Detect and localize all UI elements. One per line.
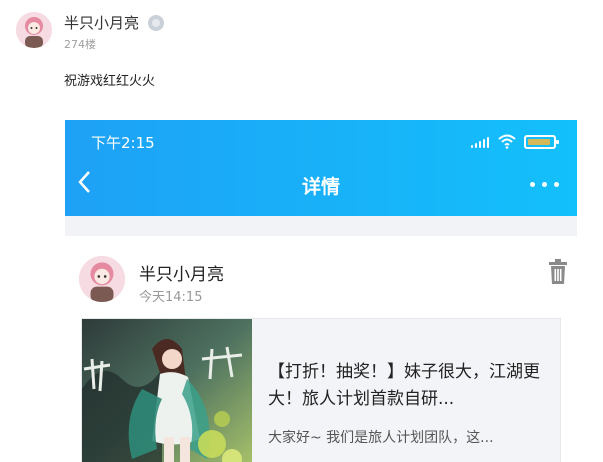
- battery-icon: [524, 135, 559, 149]
- card-username[interactable]: 半只小月亮: [139, 260, 224, 285]
- battery-level: [528, 139, 550, 145]
- verified-badge-icon: [148, 15, 164, 31]
- comment-text: 祝游戏红红火火: [64, 74, 156, 89]
- more-icon[interactable]: [530, 182, 560, 188]
- card-timestamp: 今天14:15: [139, 290, 203, 305]
- post-card: 半只小月亮 今天14:15 【打折！抽奖！】妹子很大，江湖更大！旅人计划首款自研…: [65, 236, 577, 462]
- floor-number: 274楼: [64, 38, 96, 51]
- trash-icon[interactable]: [547, 259, 569, 285]
- app-header: 下午2:15 详情: [65, 120, 577, 216]
- thumbnail-image: [82, 319, 252, 462]
- wifi-icon: [498, 134, 516, 149]
- shared-link-card[interactable]: 【打折！抽奖！】妹子很大，江湖更大！旅人计划首款自研... 大家好~ 我们是旅人…: [81, 318, 561, 462]
- avatar[interactable]: [79, 256, 125, 302]
- avatar[interactable]: [16, 12, 52, 48]
- shared-link-description: 大家好~ 我们是旅人计划团队，这...: [268, 430, 494, 446]
- username[interactable]: 半只小月亮: [64, 12, 139, 33]
- signal-icon: [471, 136, 489, 148]
- shared-link-title: 【打折！抽奖！】妹子很大，江湖更大！旅人计划首款自研...: [268, 362, 540, 409]
- status-time: 下午2:15: [91, 134, 155, 152]
- page-title: 详情: [301, 176, 340, 198]
- embedded-screenshot[interactable]: 下午2:15 详情 半只小月亮 今天14:15 【打折！抽奖！】妹子很大，江湖更…: [65, 120, 577, 462]
